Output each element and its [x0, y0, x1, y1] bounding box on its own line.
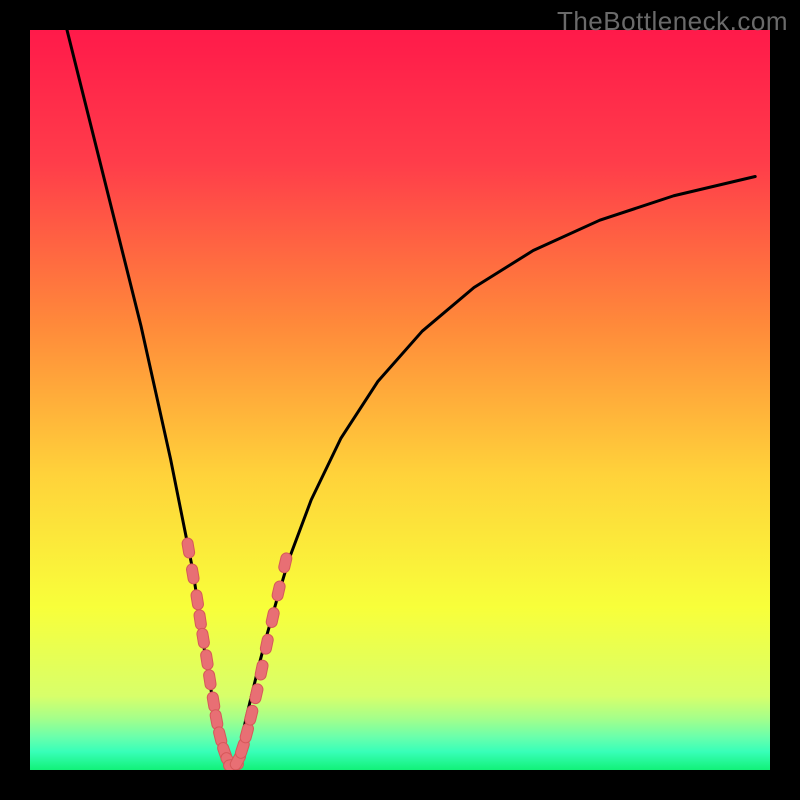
marker-point	[271, 580, 286, 602]
plot-area	[30, 30, 770, 770]
chart-svg	[30, 30, 770, 770]
marker-point	[206, 691, 220, 713]
marker-point	[181, 537, 195, 559]
marker-group	[181, 537, 293, 770]
watermark-text: TheBottleneck.com	[557, 6, 788, 37]
marker-point	[200, 649, 214, 670]
marker-point	[193, 609, 207, 630]
outer-frame: TheBottleneck.com	[0, 0, 800, 800]
marker-point	[265, 607, 280, 629]
marker-point	[190, 589, 204, 611]
marker-point	[244, 704, 259, 726]
marker-point	[203, 669, 217, 690]
marker-point	[254, 659, 269, 681]
marker-point	[196, 628, 210, 650]
marker-point	[278, 552, 293, 574]
marker-point	[239, 722, 255, 744]
marker-point	[259, 633, 274, 655]
marker-point	[249, 683, 264, 705]
marker-point	[186, 563, 200, 585]
curve-right-branch	[234, 177, 756, 765]
curve-group	[67, 30, 755, 765]
